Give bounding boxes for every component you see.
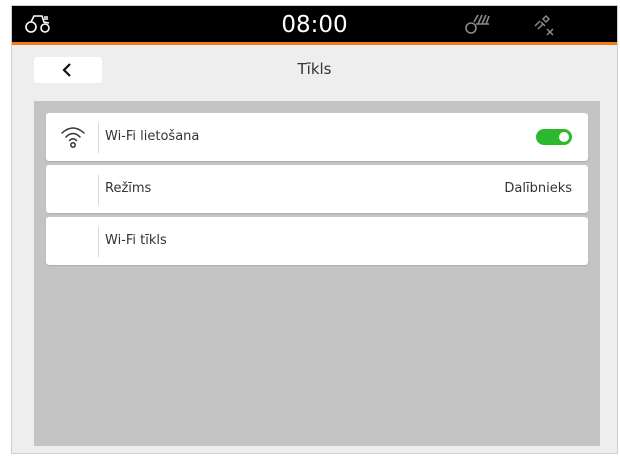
page-header: Tīkls	[12, 45, 617, 93]
implement-icon	[464, 12, 492, 40]
wifi-usage-toggle[interactable]	[536, 129, 572, 145]
mode-value: Dalībnieks	[504, 181, 572, 196]
chevron-left-icon	[62, 63, 71, 77]
wifi-network-label: Wi-Fi tīkls	[105, 233, 167, 248]
mode-label: Režīms	[105, 181, 152, 196]
wifi-icon	[60, 124, 86, 154]
mode-row[interactable]: Režīms Dalībnieks	[46, 165, 588, 213]
clock-time: 08:00	[281, 12, 348, 38]
wifi-network-row[interactable]: Wi-Fi tīkls	[46, 217, 588, 265]
page-title: Tīkls	[297, 60, 332, 78]
status-bar: 08:00	[12, 6, 617, 42]
toggle-knob	[559, 132, 569, 142]
wifi-usage-label: Wi-Fi lietošana	[105, 129, 200, 144]
row-divider	[98, 227, 99, 257]
row-divider	[98, 123, 99, 153]
wifi-usage-row[interactable]: Wi-Fi lietošana	[46, 113, 588, 161]
gps-satellite-off-icon	[532, 12, 556, 40]
back-button[interactable]	[34, 57, 102, 83]
app-window: 08:00 Tīkls Wi-Fi lietošana Režīms Dalīb…	[11, 5, 618, 454]
settings-panel: Wi-Fi lietošana Režīms Dalībnieks Wi-Fi …	[34, 101, 600, 446]
row-divider	[98, 175, 99, 205]
